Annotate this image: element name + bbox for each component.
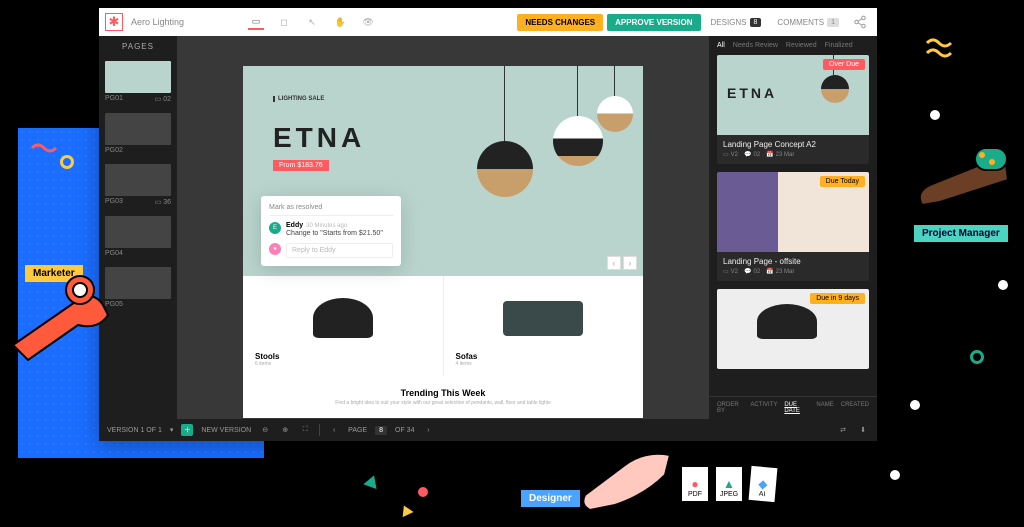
filter-all[interactable]: All [717,42,725,49]
order-by-row: ORDER BY ACTIVITY DUE DATE NAME CREATED [709,396,877,419]
order-name[interactable]: NAME [816,402,833,414]
version-badge: ▭ V2 [723,151,738,158]
toolbar: ▭ ◻ ↖ ✋ 👁 [248,14,376,30]
lamp-icon [597,96,633,132]
bottombar: VERSION 1 OF 1 ▾ ＋ NEW VERSION ⊖ ⊕ ⛶ ‹ PA… [99,419,877,441]
page-thumbnails: PG01▭ 02 PG02 PG03▭ 36 PG04 PG05 [99,57,177,419]
trending-section: Trending This Week Find a bright idea to… [243,376,643,418]
hand-designer-icon [575,450,675,520]
comment-header[interactable]: Mark as resolved [269,204,393,216]
tool-eye-icon[interactable]: 👁 [360,14,376,30]
comments-count: 💬 02 [744,268,760,275]
page-label: PAGE [348,427,367,434]
hand-pm-icon [880,140,1010,220]
page-thumb[interactable]: PG03▭ 36 [99,160,177,212]
designer-label: Designer [521,490,580,507]
approve-version-button[interactable]: APPROVE VERSION [607,14,700,31]
download-icon[interactable]: ⬇ [857,424,869,436]
lamp-icon [553,116,603,166]
reply-input[interactable]: Reply to Eddy [286,243,393,258]
new-version-button[interactable]: ＋ [181,424,193,436]
share-icon[interactable] [853,15,867,29]
new-version-label[interactable]: NEW VERSION [201,427,251,434]
zoom-in-icon[interactable]: ⊕ [279,424,291,436]
page-thumb[interactable]: PG05 [99,263,177,314]
filter-finalized[interactable]: Finalized [825,42,853,49]
filter-reviewed[interactable]: Reviewed [786,42,817,49]
file-badges: ●PDF ▲JPEG ◆AI [680,465,778,503]
comments-tab[interactable]: COMMENTS1 [771,14,845,31]
due-badge: Due Today [820,176,865,187]
designs-panel: All Needs Review Reviewed Finalized Over… [709,36,877,419]
designs-tab[interactable]: DESIGNS8 [705,14,768,31]
version-chevron-icon[interactable]: ▾ [170,426,174,434]
next-page-button[interactable]: › [422,424,434,436]
version-badge: ▭ V2 [723,268,738,275]
stool-icon [313,298,373,338]
next-button[interactable]: › [623,256,637,270]
page-of: OF 34 [395,427,414,434]
category-card[interactable]: Sofas 4 items [443,276,644,376]
page-thumb[interactable]: PG04 [99,212,177,263]
comments-count: 💬 02 [744,151,760,158]
date-label: 📅 23 Mar [766,268,794,275]
needs-changes-button[interactable]: NEEDS CHANGES [517,14,603,31]
filter-tabs: All Needs Review Reviewed Finalized [709,36,877,55]
tool-rect-icon[interactable]: ▭ [248,14,264,30]
version-label[interactable]: VERSION 1 OF 1 [107,427,162,434]
category-card[interactable]: Stools 6 items [243,276,443,376]
app-window: ✱ Aero Lighting ▭ ◻ ↖ ✋ 👁 NEEDS CHANGES … [99,8,877,441]
prev-button[interactable]: ‹ [607,256,621,270]
fullscreen-icon[interactable]: ⛶ [299,424,311,436]
tool-pointer-icon[interactable]: ↖ [304,14,320,30]
avatar: ● [269,243,281,255]
prev-page-button[interactable]: ‹ [328,424,340,436]
card-title: Landing Page Concept A2 [717,135,869,151]
due-badge: Over Due [823,59,865,70]
page-thumb[interactable]: PG02 [99,109,177,160]
hero-tag: LIGHTING SALE [273,96,613,102]
order-label: ORDER BY [717,402,743,414]
artboard: LIGHTING SALE ETNA From $183.76 ‹ › Mark… [243,66,643,418]
design-card[interactable]: Due Today Landing Page - offsite ▭ V2 💬 0… [717,172,869,281]
toggle-icon[interactable]: ⇄ [837,424,849,436]
marketer-label: Marketer [25,265,83,282]
hero-price: From $183.76 [273,160,329,171]
date-label: 📅 23 Mar [766,151,794,158]
comment-text: Change to "Starts from $21.50" [286,230,383,237]
hero-section: LIGHTING SALE ETNA From $183.76 ‹ › Mark… [243,66,643,276]
pages-sidebar: PAGES PG01▭ 02 PG02 PG03▭ 36 PG04 PG05 [99,36,177,419]
sofa-icon [503,301,583,336]
design-canvas[interactable]: LIGHTING SALE ETNA From $183.76 ‹ › Mark… [177,36,709,419]
comment-author: Eddy [286,222,303,229]
sidebar-title: PAGES [99,36,177,57]
page-thumb[interactable]: PG01▭ 02 [99,57,177,109]
order-activity[interactable]: ACTIVITY [750,402,777,414]
zoom-out-icon[interactable]: ⊖ [259,424,271,436]
due-badge: Due in 9 days [810,293,865,304]
topbar: ✱ Aero Lighting ▭ ◻ ↖ ✋ 👁 NEEDS CHANGES … [99,8,877,36]
project-name: Aero Lighting [131,17,184,27]
order-duedate[interactable]: DUE DATE [784,402,809,414]
filter-needs[interactable]: Needs Review [733,42,778,49]
logo-icon[interactable]: ✱ [105,13,123,31]
page-current[interactable]: 8 [375,426,387,435]
pm-label: Project Manager [914,225,1008,242]
order-created[interactable]: CREATED [841,402,869,414]
design-card[interactable]: Over Due ETNA Landing Page Concept A2 ▭ … [717,55,869,164]
lamp-icon [477,141,533,197]
tool-shape-icon[interactable]: ◻ [276,14,292,30]
card-title: Landing Page - offsite [717,252,869,268]
comment-popup: Mark as resolved E Eddy30 Minutes ago Ch… [261,196,401,266]
design-card[interactable]: Due in 9 days [717,289,869,369]
tool-hand-icon[interactable]: ✋ [332,14,348,30]
comment-time: 30 Minutes ago [306,223,347,229]
hero-nav: ‹ › [607,256,637,270]
avatar: E [269,222,281,234]
